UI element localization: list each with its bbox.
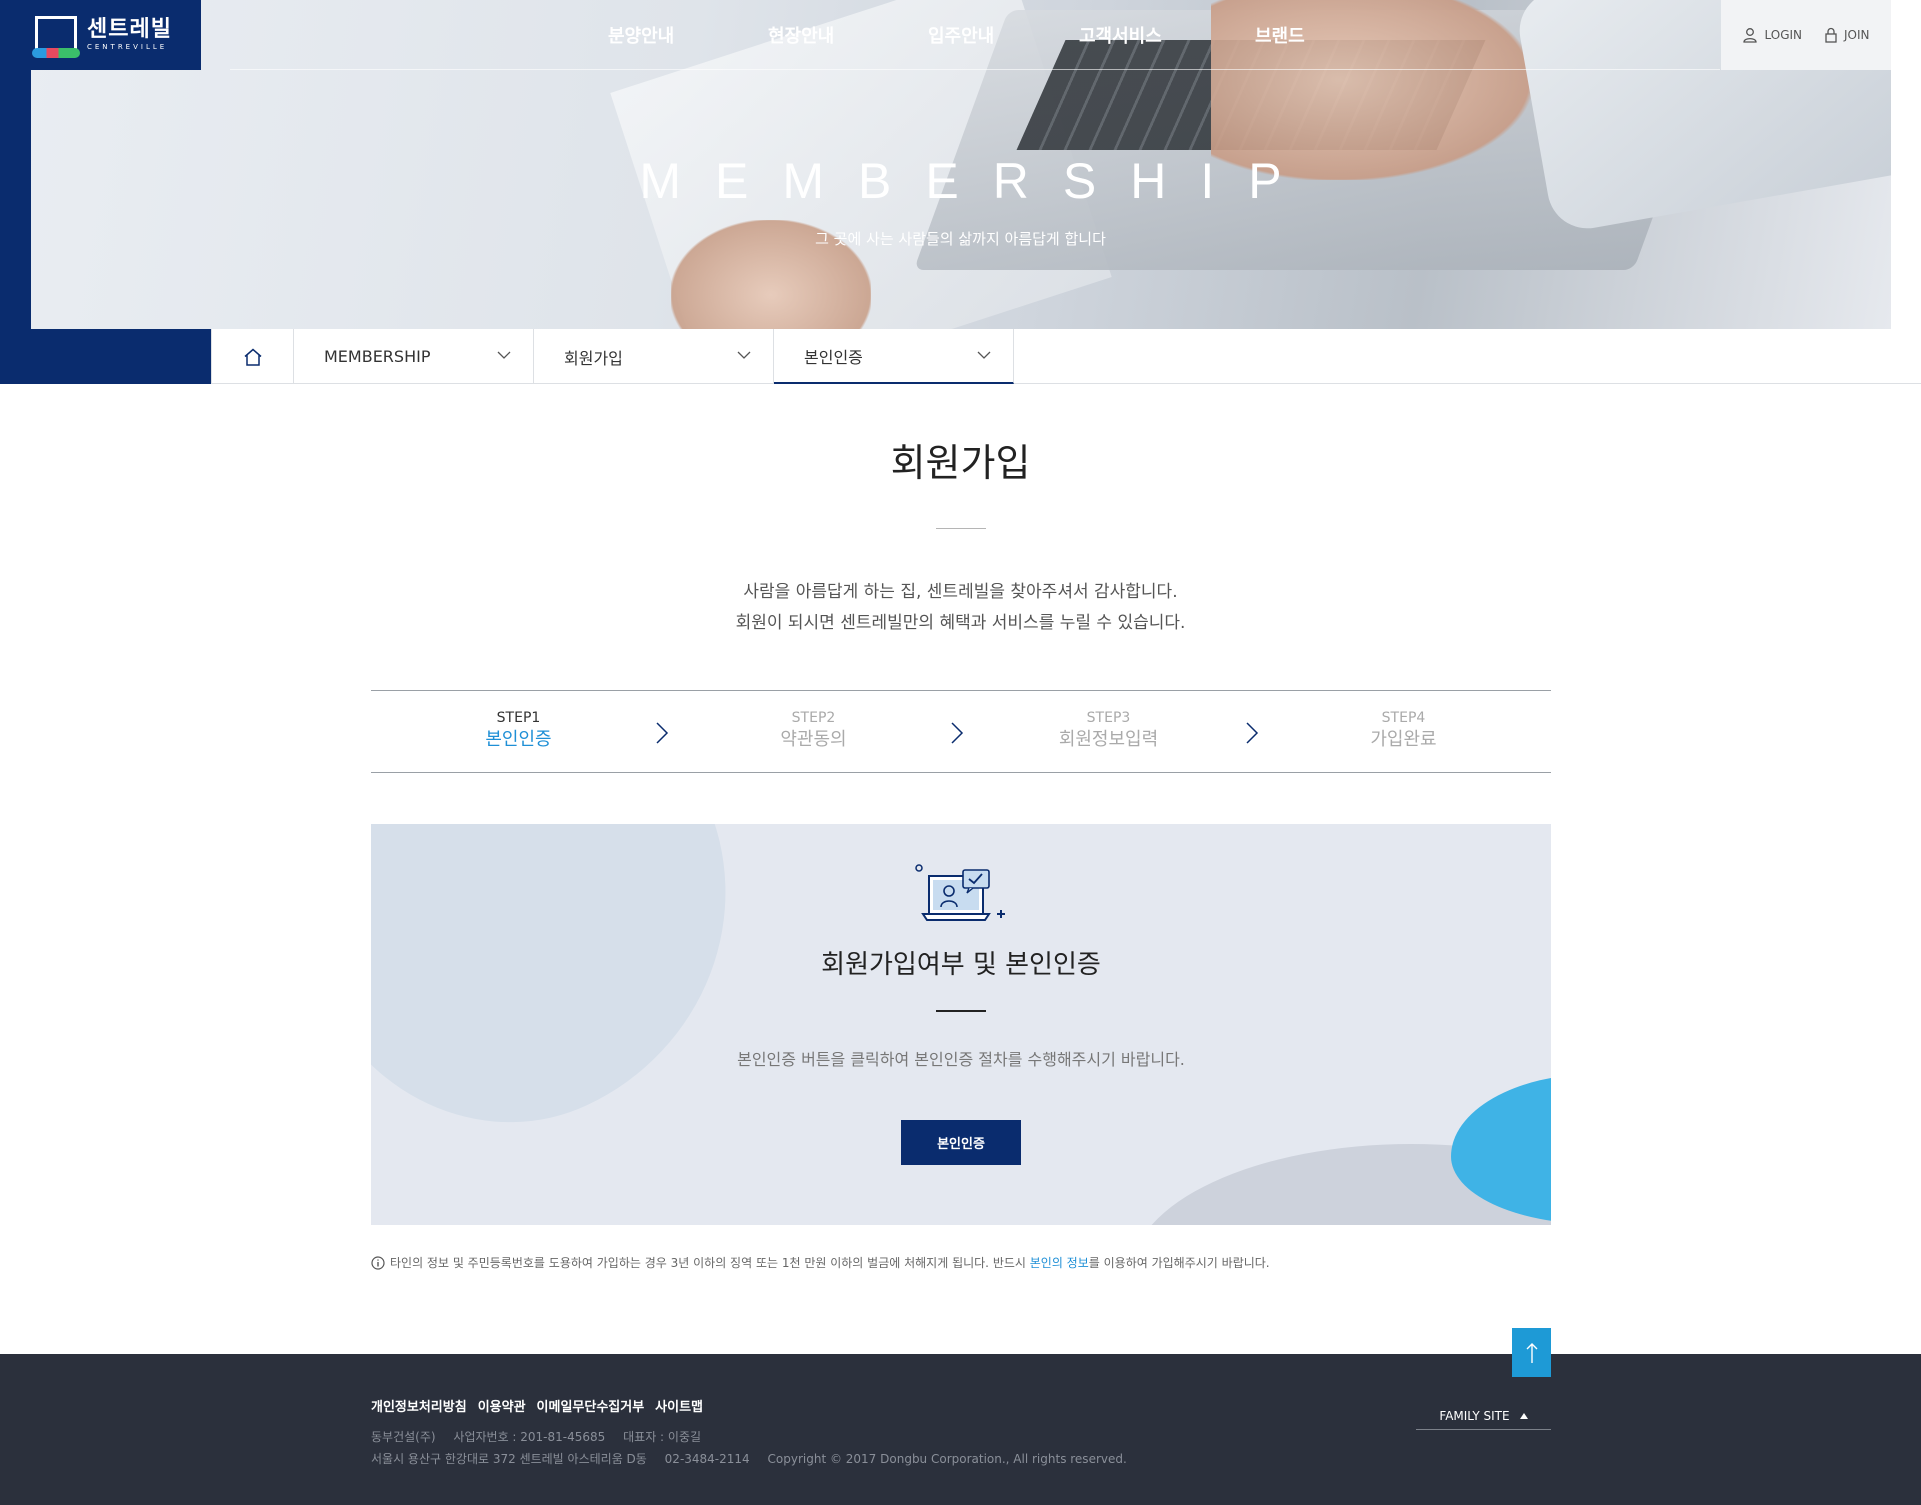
subnav-dropdown-depth3[interactable]: 본인인증 xyxy=(774,329,1014,384)
chevron-down-icon xyxy=(977,351,991,359)
family-site-label: FAMILY SITE xyxy=(1439,1408,1510,1423)
home-icon xyxy=(244,348,261,366)
step-item-1: STEP1 본인인증 xyxy=(371,709,666,753)
step-number: STEP4 xyxy=(1381,710,1426,726)
auth-divider xyxy=(936,1010,986,1012)
decorative-blob xyxy=(371,824,802,1188)
utility-menu: LOGIN JOIN xyxy=(1721,0,1891,70)
step-label: 회원정보입력 xyxy=(1058,729,1159,750)
info-icon xyxy=(371,1255,385,1270)
footer-link-terms[interactable]: 이용약관 xyxy=(478,1396,526,1415)
logo-text-en: CENTREVILLE xyxy=(87,43,168,51)
intro-line-1: 사람을 아름답게 하는 집, 센트레빌을 찾아주셔서 감사합니다. xyxy=(743,582,1178,602)
intro-text: 사람을 아름답게 하는 집, 센트레빌을 찾아주셔서 감사합니다. 회원이 되시… xyxy=(0,577,1921,639)
logo-mark-icon xyxy=(32,16,80,58)
step-number: STEP3 xyxy=(1086,710,1131,726)
global-nav: 분양안내 현장안내 입주안내 고객서비스 브랜드 xyxy=(230,0,1720,70)
family-site-dropdown[interactable]: FAMILY SITE xyxy=(1416,1402,1551,1430)
gnb-item-move-in[interactable]: 입주안내 xyxy=(928,22,994,48)
chevron-down-icon xyxy=(737,351,751,359)
footer-links: 개인정보처리방침 이용약관 이메일무단수집거부 사이트맵 xyxy=(371,1396,703,1415)
scroll-to-top-button[interactable] xyxy=(1512,1328,1551,1377)
subnav-dropdown-depth1[interactable]: MEMBERSHIP xyxy=(294,329,534,384)
subnav-depth2-label: 회원가입 xyxy=(564,348,623,368)
login-label: LOGIN xyxy=(1764,28,1803,42)
footer-biz-no: 사업자번호 : 201-81-45685 xyxy=(453,1430,606,1444)
legal-notice: 타인의 정보 및 주민등록번호를 도용하여 가입하는 경우 3년 이하의 징역 … xyxy=(371,1254,1270,1271)
chevron-down-icon xyxy=(497,351,511,359)
notice-text-end: 를 이용하여 가입해주시기 바랍니다. xyxy=(1088,1256,1270,1270)
gnb-item-customer-service[interactable]: 고객서비스 xyxy=(1079,22,1162,48)
footer-copyright: Copyright © 2017 Dongbu Corporation., Al… xyxy=(767,1452,1127,1466)
step-label: 약관동의 xyxy=(780,729,847,750)
page-title: 회원가입 xyxy=(890,441,1031,485)
step-number: STEP2 xyxy=(791,710,836,726)
auth-title: 회원가입여부 및 본인인증 xyxy=(821,950,1101,980)
step-label: 가입완료 xyxy=(1370,729,1437,750)
step-item-3: STEP3 회원정보입력 xyxy=(961,709,1256,753)
subnav-depth1-label: MEMBERSHIP xyxy=(324,347,431,366)
footer-link-sitemap[interactable]: 사이트맵 xyxy=(655,1396,703,1415)
user-icon xyxy=(1743,28,1758,43)
identity-verification-panel: 회원가입여부 및 본인인증 본인인증 버튼을 클릭하여 본인인증 절차를 수행해… xyxy=(371,824,1551,1225)
arrow-up-icon xyxy=(1526,1342,1537,1363)
lock-icon xyxy=(1825,27,1837,43)
footer-link-email-refusal[interactable]: 이메일무단수집거부 xyxy=(537,1396,645,1415)
subnav-left-accent xyxy=(0,329,211,384)
title-divider xyxy=(936,528,986,529)
join-label: JOIN xyxy=(1844,28,1870,42)
caret-up-icon xyxy=(1519,1412,1528,1419)
hero-subtitle: 그 곳에 사는 사람들의 삶까지 아름답게 합니다 xyxy=(815,230,1106,248)
footer-phone: 02-3484-2114 xyxy=(664,1452,750,1466)
footer-company-info: 동부건설(주) 사업자번호 : 201-81-45685 대표자 : 이중길 서… xyxy=(371,1426,1127,1470)
step-label: 본인인증 xyxy=(485,729,552,750)
home-button[interactable] xyxy=(211,329,294,384)
notice-text: 타인의 정보 및 주민등록번호를 도용하여 가입하는 경우 3년 이하의 징역 … xyxy=(390,1256,1030,1270)
laptop-verification-icon xyxy=(915,864,1005,921)
gnb-item-sales[interactable]: 분양안내 xyxy=(608,22,674,48)
site-footer: 개인정보처리방침 이용약관 이메일무단수집거부 사이트맵 동부건설(주) 사업자… xyxy=(0,1354,1921,1505)
auth-description: 본인인증 버튼을 클릭하여 본인인증 절차를 수행해주시기 바랍니다. xyxy=(737,1050,1185,1069)
subnav-dropdown-depth2[interactable]: 회원가입 xyxy=(534,329,774,384)
intro-line-2: 회원이 되시면 센트레빌만의 혜택과 서비스를 누릴 수 있습니다. xyxy=(735,613,1186,633)
verify-identity-button[interactable]: 본인인증 xyxy=(901,1120,1021,1165)
login-link[interactable]: LOGIN xyxy=(1742,27,1802,43)
signup-steps: STEP1 본인인증 STEP2 약관동의 STEP3 회원정보입력 STEP4… xyxy=(371,690,1551,773)
location-nav: MEMBERSHIP 회원가입 본인인증 xyxy=(211,329,1014,384)
subnav-depth3-label: 본인인증 xyxy=(804,347,863,367)
step-item-4: STEP4 가입완료 xyxy=(1256,709,1551,753)
step-number: STEP1 xyxy=(496,710,541,726)
gnb-item-brand[interactable]: 브랜드 xyxy=(1255,22,1305,48)
footer-address: 서울시 용산구 한강대로 372 센트레빌 아스테리움 D동 xyxy=(371,1452,647,1466)
step-item-2: STEP2 약관동의 xyxy=(666,709,961,753)
footer-link-privacy[interactable]: 개인정보처리방침 xyxy=(371,1396,467,1415)
gnb-item-sites[interactable]: 현장안내 xyxy=(768,22,834,48)
logo-text-ko: 센트레빌 xyxy=(87,17,172,42)
footer-ceo: 대표자 : 이중길 xyxy=(623,1430,702,1444)
join-link[interactable]: JOIN xyxy=(1824,27,1870,43)
notice-highlight: 본인의 정보 xyxy=(1029,1256,1089,1270)
footer-company: 동부건설(주) xyxy=(371,1430,436,1444)
brand-logo[interactable]: 센트레빌 CENTREVILLE xyxy=(0,0,201,70)
hero-title: MEMBERSHIP xyxy=(639,153,1316,209)
